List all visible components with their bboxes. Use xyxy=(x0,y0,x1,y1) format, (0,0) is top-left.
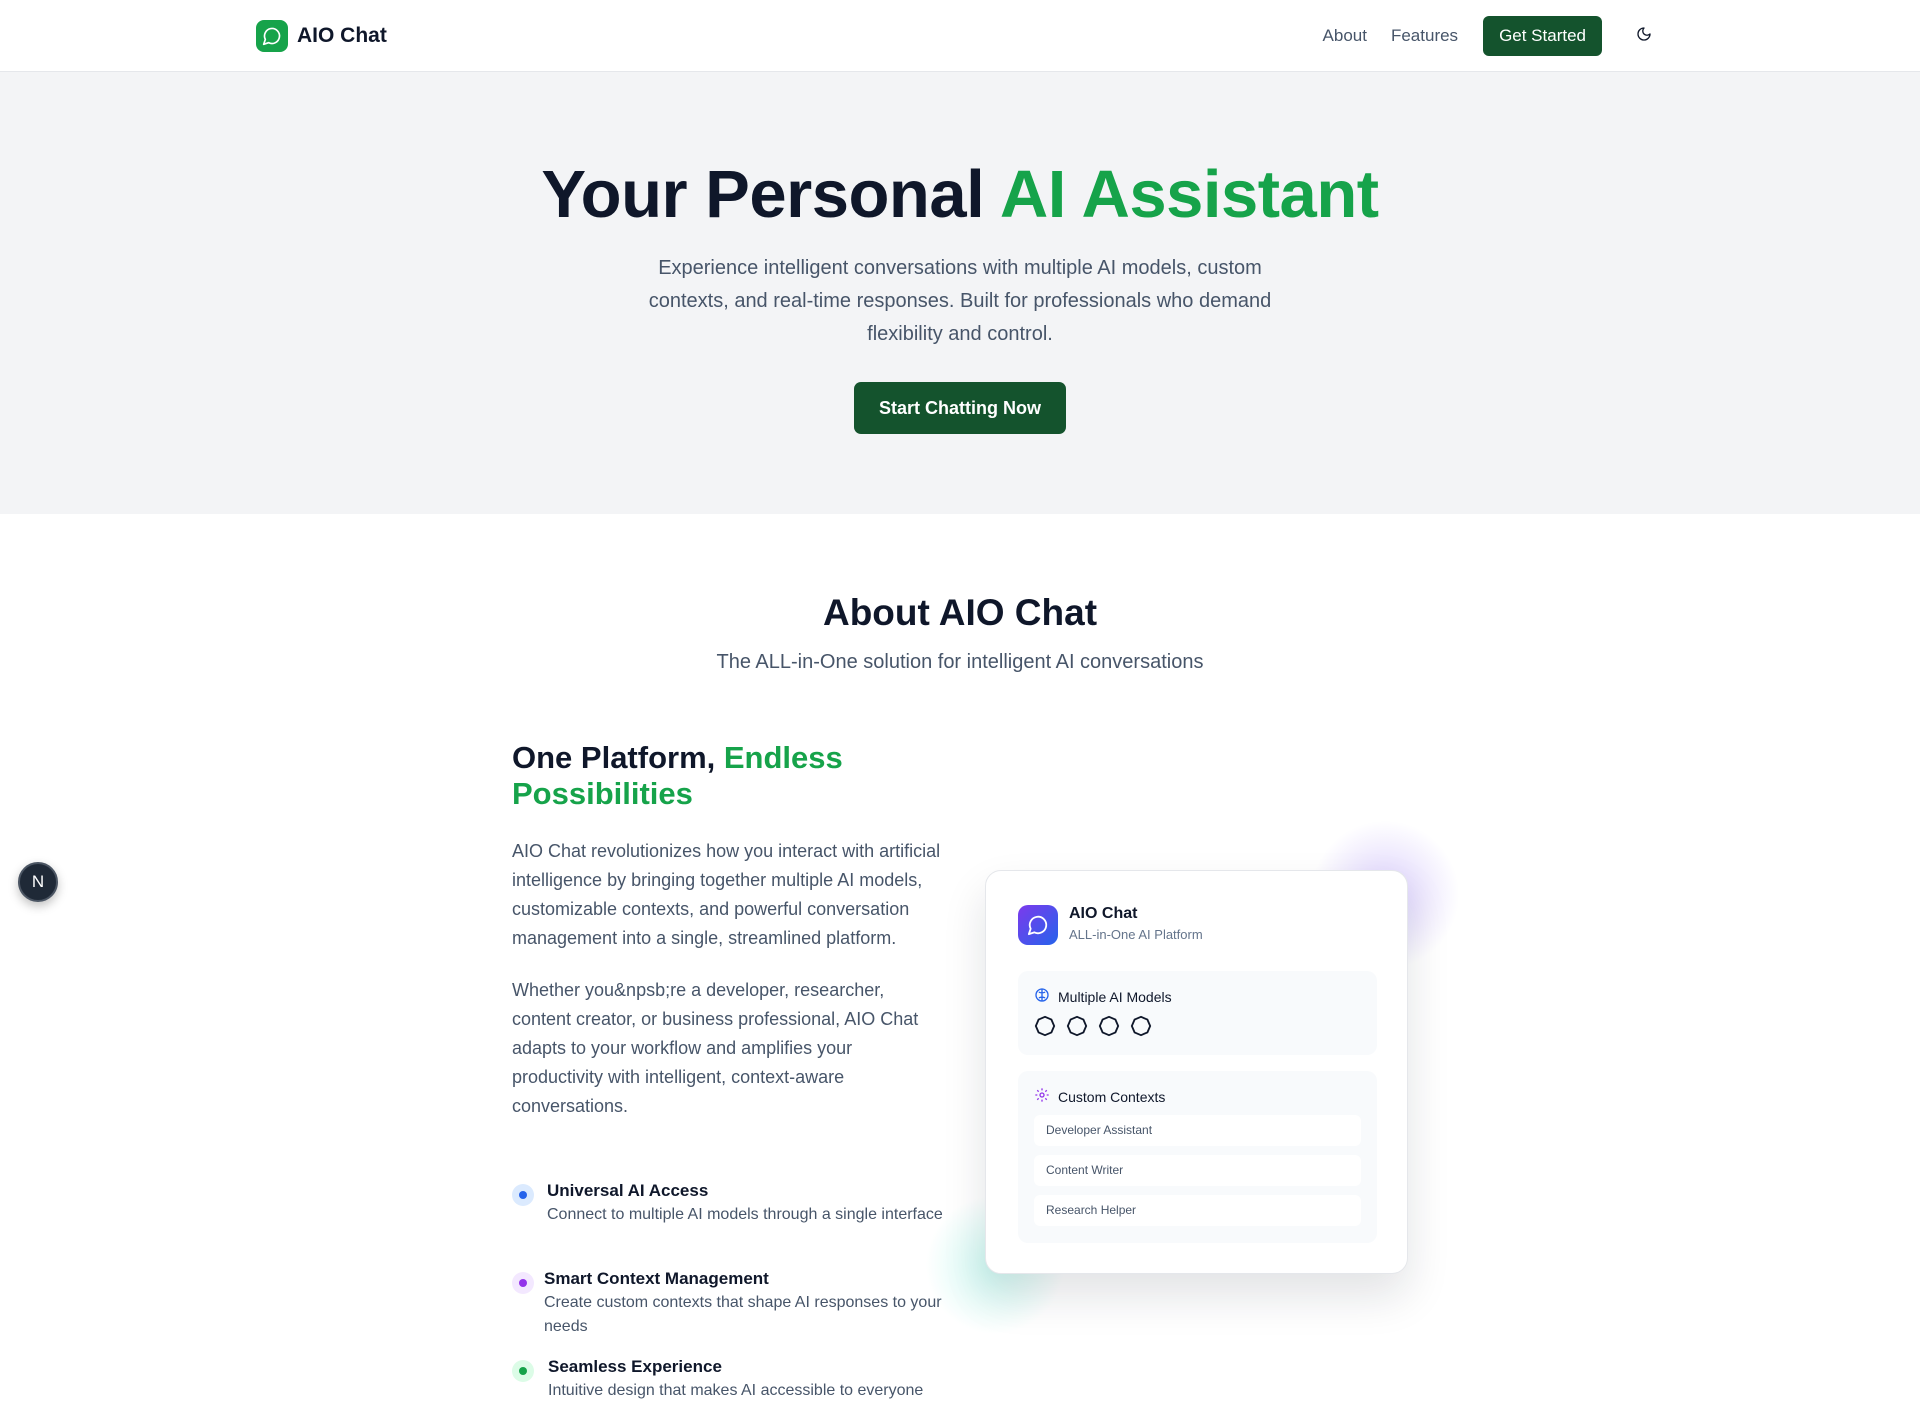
feature-description: Intuitive design that makes AI accessibl… xyxy=(548,1382,924,1399)
start-chatting-button[interactable]: Start Chatting Now xyxy=(854,382,1066,434)
card-tagline: ALL-in-One AI Platform xyxy=(1069,927,1203,942)
platform-preview-card: AIO Chat ALL-in-One AI Platform Multiple… xyxy=(985,870,1408,1274)
context-item-developer-assistant[interactable]: Developer Assistant xyxy=(1034,1115,1361,1146)
hero-title-accent: AI Assistant xyxy=(999,157,1379,232)
feature-description: Connect to multiple AI models through a … xyxy=(547,1206,943,1223)
feature-bullet-icon xyxy=(512,1184,534,1206)
about-heading-lead: One Platform, xyxy=(512,740,724,775)
models-panel-header: Multiple AI Models xyxy=(1034,987,1172,1006)
theme-toggle-button[interactable] xyxy=(1624,16,1664,56)
gear-icon xyxy=(1034,1087,1050,1106)
contexts-panel-header: Custom Contexts xyxy=(1034,1087,1165,1106)
main-nav: About Features Get Started xyxy=(1323,16,1664,56)
feature-item-universal-access: Universal AI Access Connect to multiple … xyxy=(512,1180,952,1227)
about-text-column: One Platform, Endless Possibilities AIO … xyxy=(512,740,942,1121)
brain-icon xyxy=(1034,987,1050,1006)
brand-name: AIO Chat xyxy=(297,24,387,47)
nav-link-features[interactable]: Features xyxy=(1391,16,1458,56)
about-paragraph: Whether you&npsb;re a developer, researc… xyxy=(512,980,919,1116)
feature-item-context-management: Smart Context Management Create custom c… xyxy=(512,1268,952,1339)
hero-title: Your Personal AI Assistant xyxy=(0,156,1920,233)
model-icon xyxy=(1098,1015,1120,1042)
feature-title: Smart Context Management xyxy=(544,1269,769,1288)
nav-link-about[interactable]: About xyxy=(1323,16,1367,56)
feature-title: Seamless Experience xyxy=(548,1357,722,1376)
feature-bullet-icon xyxy=(512,1360,534,1382)
feature-description: Create custom contexts that shape AI res… xyxy=(544,1294,942,1335)
brand-logo[interactable]: AIO Chat xyxy=(256,20,387,52)
hero-subtitle: Experience intelligent conversations wit… xyxy=(648,257,1272,345)
about-heading: One Platform, Endless Possibilities xyxy=(512,740,942,812)
site-header: AIO Chat About Features Get Started xyxy=(0,0,1920,72)
feature-title: Universal AI Access xyxy=(547,1181,709,1200)
hero-section: Your Personal AI Assistant Experience in… xyxy=(0,72,1920,514)
model-icon xyxy=(1034,1015,1056,1042)
model-icons-row xyxy=(1034,1015,1152,1042)
get-started-button[interactable]: Get Started xyxy=(1483,16,1602,56)
context-item-content-writer[interactable]: Content Writer xyxy=(1034,1155,1361,1186)
nextjs-badge-button[interactable]: N xyxy=(18,862,58,902)
moon-icon xyxy=(1636,26,1652,47)
model-icon xyxy=(1066,1015,1088,1042)
models-panel: Multiple AI Models xyxy=(1018,971,1377,1055)
chat-bubble-icon xyxy=(1018,905,1058,945)
model-icon xyxy=(1130,1015,1152,1042)
card-app-name: AIO Chat xyxy=(1069,905,1138,922)
models-panel-label: Multiple AI Models xyxy=(1058,988,1172,1005)
about-paragraph: AIO Chat revolutionizes how you interact… xyxy=(512,841,941,948)
context-item-research-helper[interactable]: Research Helper xyxy=(1034,1195,1361,1226)
about-subtitle: The ALL-in-One solution for intelligent … xyxy=(716,651,1204,673)
hero-title-lead: Your Personal xyxy=(541,157,1000,232)
chat-bubble-icon xyxy=(256,20,288,52)
about-title: About AIO Chat xyxy=(822,592,1098,633)
feature-item-seamless-experience: Seamless Experience Intuitive design tha… xyxy=(512,1356,952,1403)
feature-bullet-icon xyxy=(512,1272,534,1294)
contexts-panel: Custom Contexts Developer Assistant Cont… xyxy=(1018,1071,1377,1243)
contexts-panel-label: Custom Contexts xyxy=(1058,1088,1166,1105)
